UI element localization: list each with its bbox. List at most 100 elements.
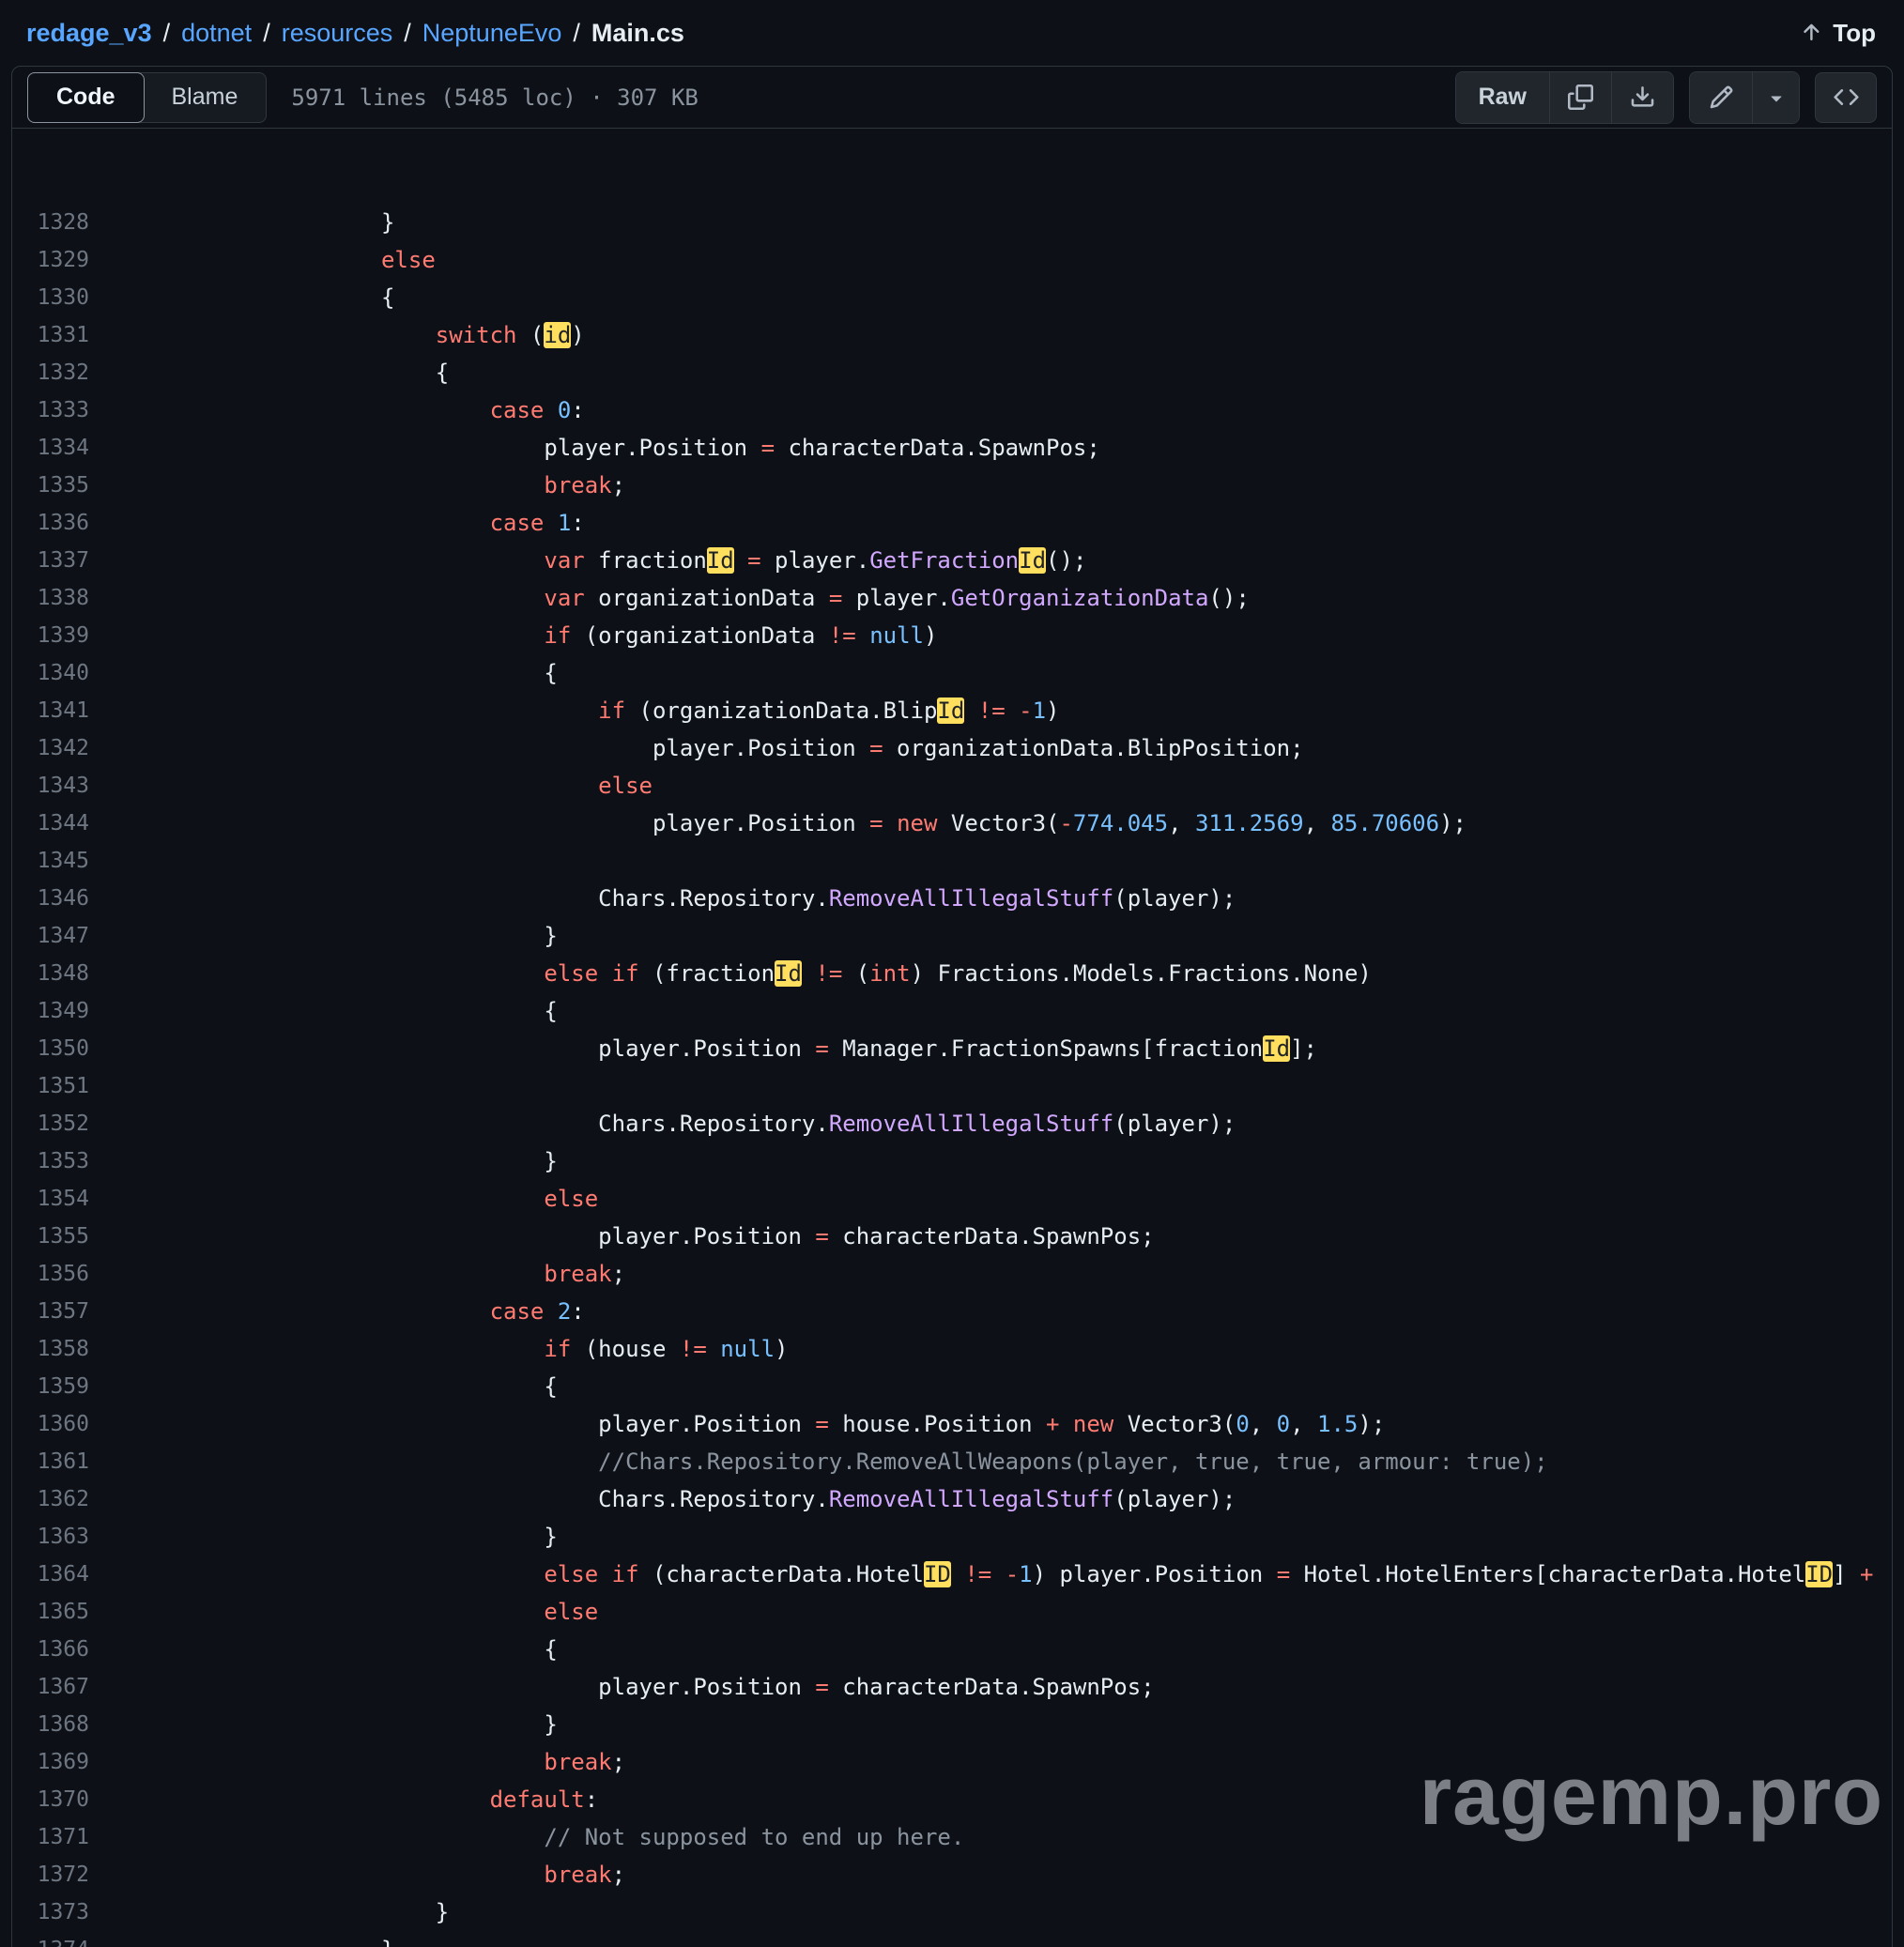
line-number[interactable]: 1363 bbox=[12, 1518, 110, 1556]
line-number[interactable]: 1359 bbox=[12, 1368, 110, 1405]
line-number[interactable]: 1361 bbox=[12, 1443, 110, 1480]
line-content: //Chars.Repository.RemoveAllWeapons(play… bbox=[110, 1443, 1892, 1480]
code-line: 1328 } bbox=[12, 204, 1892, 241]
line-number[interactable]: 1332 bbox=[12, 354, 110, 391]
line-number[interactable]: 1347 bbox=[12, 917, 110, 955]
line-content: break; bbox=[110, 1743, 1892, 1781]
line-number[interactable]: 1334 bbox=[12, 429, 110, 467]
line-number[interactable]: 1339 bbox=[12, 617, 110, 654]
line-number[interactable]: 1330 bbox=[12, 279, 110, 316]
breadcrumb-dir-link-neptuneevo[interactable]: NeptuneEvo bbox=[422, 19, 562, 48]
line-number[interactable]: 1360 bbox=[12, 1405, 110, 1443]
breadcrumb-separator: / bbox=[573, 19, 580, 48]
line-content: if (house != null) bbox=[110, 1330, 1892, 1368]
line-number[interactable]: 1374 bbox=[12, 1931, 110, 1947]
line-number[interactable]: 1364 bbox=[12, 1556, 110, 1593]
code-line: 1369 break; bbox=[12, 1743, 1892, 1781]
line-content: { bbox=[110, 654, 1892, 692]
line-content: break; bbox=[110, 467, 1892, 504]
line-number[interactable]: 1368 bbox=[12, 1706, 110, 1743]
line-number[interactable]: 1365 bbox=[12, 1593, 110, 1631]
line-content: } bbox=[110, 1518, 1892, 1556]
line-number[interactable]: 1355 bbox=[12, 1218, 110, 1255]
line-number[interactable]: 1356 bbox=[12, 1255, 110, 1293]
code-line: 1356 break; bbox=[12, 1255, 1892, 1293]
symbols-panel-button[interactable] bbox=[1815, 72, 1877, 123]
line-content: var fractionId = player.GetFractionId(); bbox=[110, 542, 1892, 579]
line-content: player.Position = characterData.SpawnPos… bbox=[110, 1218, 1892, 1255]
line-number[interactable]: 1346 bbox=[12, 880, 110, 917]
line-number[interactable]: 1348 bbox=[12, 955, 110, 992]
line-number[interactable]: 1349 bbox=[12, 992, 110, 1030]
line-number[interactable]: 1337 bbox=[12, 542, 110, 579]
line-number[interactable]: 1373 bbox=[12, 1893, 110, 1931]
code-line: 1344 player.Position = new Vector3(-774.… bbox=[12, 805, 1892, 842]
line-number[interactable]: 1362 bbox=[12, 1480, 110, 1518]
breadcrumb-repo-link[interactable]: redage_v3 bbox=[26, 19, 152, 48]
breadcrumb-dir-link-resources[interactable]: resources bbox=[282, 19, 393, 48]
line-content: else if (characterData.HotelID != -1) pl… bbox=[110, 1556, 1892, 1593]
line-number[interactable]: 1344 bbox=[12, 805, 110, 842]
line-number[interactable]: 1352 bbox=[12, 1105, 110, 1142]
line-number[interactable]: 1367 bbox=[12, 1668, 110, 1706]
line-number[interactable]: 1329 bbox=[12, 241, 110, 279]
line-number[interactable]: 1353 bbox=[12, 1142, 110, 1180]
line-number[interactable]: 1343 bbox=[12, 767, 110, 805]
edit-button[interactable] bbox=[1690, 72, 1752, 123]
line-number[interactable]: 1371 bbox=[12, 1818, 110, 1856]
raw-actions-group: Raw bbox=[1455, 71, 1674, 124]
code-line: 1338 var organizationData = player.GetOr… bbox=[12, 579, 1892, 617]
tab-code[interactable]: Code bbox=[27, 72, 145, 123]
line-number[interactable]: 1345 bbox=[12, 842, 110, 880]
line-number[interactable]: 1328 bbox=[12, 204, 110, 241]
code-line: 1359 { bbox=[12, 1368, 1892, 1405]
line-number[interactable]: 1357 bbox=[12, 1293, 110, 1330]
line-content: Chars.Repository.RemoveAllIllegalStuff(p… bbox=[110, 1105, 1892, 1142]
code-line: 1367 player.Position = characterData.Spa… bbox=[12, 1668, 1892, 1706]
line-number[interactable]: 1331 bbox=[12, 316, 110, 354]
line-number[interactable]: 1335 bbox=[12, 467, 110, 504]
copy-button[interactable] bbox=[1549, 72, 1611, 123]
line-content: } bbox=[110, 204, 1892, 241]
back-to-top-link[interactable]: Top bbox=[1799, 19, 1876, 48]
line-number[interactable]: 1350 bbox=[12, 1030, 110, 1067]
line-number[interactable]: 1372 bbox=[12, 1856, 110, 1893]
code-line: 1333 case 0: bbox=[12, 391, 1892, 429]
code-line: 1347 } bbox=[12, 917, 1892, 955]
code-line: 1365 else bbox=[12, 1593, 1892, 1631]
line-content: Chars.Repository.RemoveAllIllegalStuff(p… bbox=[110, 880, 1892, 917]
line-number[interactable]: 1369 bbox=[12, 1743, 110, 1781]
line-content bbox=[110, 1067, 1892, 1105]
code-line: 1335 break; bbox=[12, 467, 1892, 504]
code-line: 1362 Chars.Repository.RemoveAllIllegalSt… bbox=[12, 1480, 1892, 1518]
line-number[interactable]: 1354 bbox=[12, 1180, 110, 1218]
line-number[interactable]: 1342 bbox=[12, 729, 110, 767]
line-number[interactable]: 1336 bbox=[12, 504, 110, 542]
code-line: 1348 else if (fractionId != (int) Fracti… bbox=[12, 955, 1892, 992]
chevron-down-icon bbox=[1765, 86, 1788, 109]
line-number[interactable]: 1333 bbox=[12, 391, 110, 429]
line-content: } bbox=[110, 917, 1892, 955]
line-number[interactable]: 1358 bbox=[12, 1330, 110, 1368]
line-number[interactable]: 1351 bbox=[12, 1067, 110, 1105]
download-button[interactable] bbox=[1611, 72, 1673, 123]
line-number[interactable]: 1370 bbox=[12, 1781, 110, 1818]
raw-button[interactable]: Raw bbox=[1456, 72, 1549, 123]
breadcrumb-dir-link-dotnet[interactable]: dotnet bbox=[181, 19, 252, 48]
line-content: else bbox=[110, 1593, 1892, 1631]
line-content: break; bbox=[110, 1255, 1892, 1293]
code-line: 1353 } bbox=[12, 1142, 1892, 1180]
code-line: 1371 // Not supposed to end up here. bbox=[12, 1818, 1892, 1856]
code-line: 1329 else bbox=[12, 241, 1892, 279]
tab-blame[interactable]: Blame bbox=[144, 72, 267, 123]
code-line: 1366 { bbox=[12, 1631, 1892, 1668]
line-number[interactable]: 1366 bbox=[12, 1631, 110, 1668]
code-line: 1346 Chars.Repository.RemoveAllIllegalSt… bbox=[12, 880, 1892, 917]
line-number[interactable]: 1340 bbox=[12, 654, 110, 692]
code-area[interactable]: 1328 }1329 else1330 {1331 switch (id)133… bbox=[12, 129, 1892, 1947]
edit-dropdown-button[interactable] bbox=[1752, 72, 1799, 123]
code-line: 1372 break; bbox=[12, 1856, 1892, 1893]
line-number[interactable]: 1338 bbox=[12, 579, 110, 617]
line-content: Chars.Repository.RemoveAllIllegalStuff(p… bbox=[110, 1480, 1892, 1518]
line-number[interactable]: 1341 bbox=[12, 692, 110, 729]
